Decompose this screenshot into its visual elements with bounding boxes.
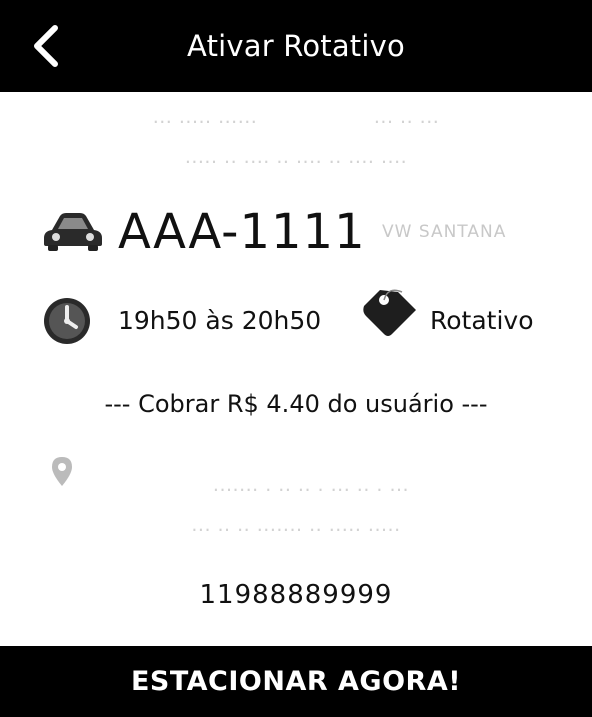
app-header: Ativar Rotativo: [0, 0, 592, 92]
faint-text-right: ... .. ...: [373, 106, 440, 128]
charge-text: --- Cobrar R$ 4.40 do usuário ---: [104, 390, 488, 418]
address-line-1: ....... . .. .. . ... .. . ...: [212, 474, 410, 496]
car-icon: [44, 213, 102, 251]
tag-icon: [363, 289, 416, 336]
back-button[interactable]: [24, 20, 68, 72]
session-row: 19h50 às 20h50 Rotativo: [42, 284, 562, 356]
car-model: VW SANTANA: [382, 222, 507, 242]
chevron-left-icon: [34, 25, 58, 67]
park-now-button[interactable]: ESTACIONAR AGORA!: [0, 646, 592, 717]
page-title: Ativar Rotativo: [187, 29, 405, 63]
clock-icon: [44, 298, 90, 344]
faint-text-left: ... ..... ......: [152, 106, 258, 128]
parking-type: Rotativo: [430, 306, 534, 335]
license-plate: AAA-1111: [118, 204, 366, 260]
address-line-2: ... .. .. ....... .. ..... .....: [191, 514, 401, 536]
time-range: 19h50 às 20h50: [118, 306, 322, 335]
faint-text-line-2: ..... .. .... .. .... .. .... ....: [184, 146, 408, 168]
faint-text-line-1: ... ..... ...... ... .. ...: [0, 106, 592, 128]
phone-number: 11988889999: [199, 580, 393, 610]
vehicle-row: AAA-1111 VW SANTANA: [42, 200, 562, 270]
